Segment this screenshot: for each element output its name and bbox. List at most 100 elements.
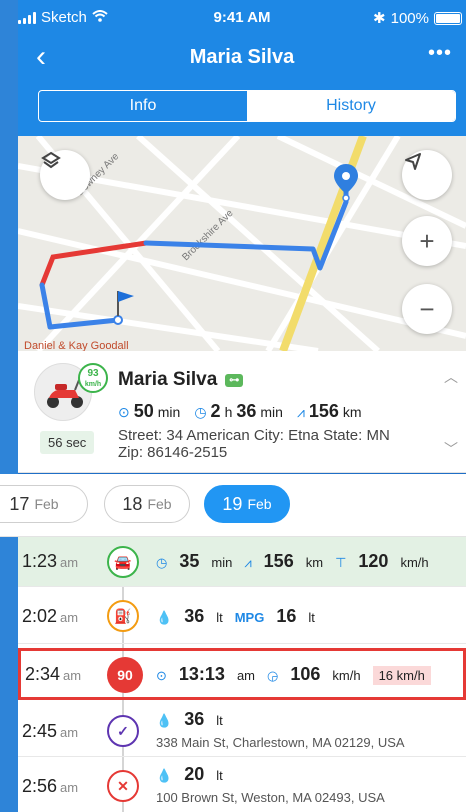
- alert-speed: 90: [117, 667, 133, 683]
- route-icon: ⩘: [296, 404, 305, 420]
- time-value: 2:45: [22, 721, 58, 741]
- time-hours-unit: h: [224, 404, 233, 420]
- time-value: 1:23: [22, 551, 58, 571]
- chevron-up-icon[interactable]: ︿: [444, 367, 458, 387]
- row-info: ⊙ 13:13 am ◶ 106 km/h 16 km/h: [156, 664, 431, 685]
- row-info: 💧 36 lt: [156, 709, 223, 730]
- page-title: Maria Silva: [189, 46, 295, 68]
- navigation-arrow-icon: [405, 153, 421, 170]
- play-circle-icon: ⊙: [118, 404, 130, 420]
- last-seen-chip: 56 sec: [40, 431, 95, 454]
- row-info: ◷ 35 min ⩘ 156 km ⊤ 120 km/h: [156, 551, 429, 572]
- clock-icon: ◷: [194, 404, 207, 420]
- distance-unit: km: [342, 404, 362, 420]
- top-speed-icon: ⊤: [335, 555, 347, 570]
- mpg-label: MPG: [234, 610, 265, 625]
- fuel-value: 36: [184, 709, 205, 729]
- status-bar: Sketch 9:41 AM ✱ 100%: [18, 0, 466, 36]
- driver-address: Street: 34 American City: Etna State: MN…: [118, 427, 438, 461]
- speed-unit: km/h: [84, 381, 102, 388]
- speed-value: 93: [87, 368, 99, 379]
- more-horizontal-icon[interactable]: •••: [428, 42, 452, 65]
- time-ampm: am: [60, 555, 79, 570]
- time-value: 2:56: [22, 776, 58, 796]
- row-time: 1:23 am: [22, 551, 78, 572]
- distance-unit: km: [305, 555, 324, 570]
- timeline-row[interactable]: 1:23 am 🚘 ◷ 35 min ⩘ 156 km ⊤ 120 km/h: [18, 537, 466, 587]
- time-value: 2:02: [22, 606, 58, 626]
- route-icon: ⩘: [244, 555, 252, 570]
- row-time: 2:02 am: [22, 606, 78, 627]
- route-map[interactable]: Downey Ave Brookshire Ave Daniel & Kay G…: [18, 136, 466, 351]
- fuel-can-x-icon: ✕: [107, 770, 139, 802]
- fuel-value: 20: [184, 764, 205, 784]
- driver-card[interactable]: 93 km/h 56 sec Maria Silva ⊶ ⊙ 50 min ◷ …: [18, 351, 466, 473]
- date-selector: 17 Feb 18 Feb 19 Feb: [0, 474, 466, 537]
- map-footer-text: Daniel & Kay Goodall: [24, 340, 129, 351]
- plus-icon: +: [419, 225, 435, 256]
- key-icon: ⊶: [225, 373, 244, 387]
- status-right: ✱ 100%: [373, 9, 462, 27]
- speed-alert-icon: 90: [107, 657, 143, 693]
- duration-value: 35: [179, 551, 200, 571]
- address-line: Street: 34 American City: Etna State: MN: [118, 427, 390, 444]
- date-pill[interactable]: 18 Feb: [104, 485, 190, 523]
- duration-unit: min: [157, 404, 181, 420]
- time-ampm: am: [63, 668, 82, 683]
- timeline-row[interactable]: 2:02 am ⛽ 💧 36 lt MPG 16 lt: [18, 588, 466, 644]
- row-time: 2:34 am: [25, 664, 81, 685]
- zoom-out-button[interactable]: −: [402, 284, 452, 334]
- play-circle-icon: ⊙: [156, 668, 167, 683]
- address-line: Zip: 86146-2515: [118, 444, 228, 461]
- nav-bar: ‹ Maria Silva •••: [18, 36, 466, 80]
- street-label: Brookshire Ave: [180, 208, 236, 264]
- timeline-row[interactable]: 2:45 am ✓ 💧 36 lt 338 Main St, Charlestown…: [18, 703, 466, 757]
- tab-history[interactable]: History: [247, 91, 455, 121]
- row-info: 💧 20 lt: [156, 764, 223, 785]
- chevron-down-icon[interactable]: ﹀: [444, 439, 458, 459]
- layers-button[interactable]: [40, 150, 90, 200]
- time-value: 2:34: [25, 664, 61, 684]
- date-day: 19: [222, 493, 243, 514]
- fuel-pump-icon: ⛽: [107, 600, 139, 632]
- fuel-unit: lt: [216, 768, 223, 783]
- overspeed-badge: 16 km/h: [372, 666, 431, 685]
- speed-value: 106: [290, 664, 321, 684]
- layers-icon: [41, 151, 61, 169]
- car-icon: 🚘: [107, 546, 139, 578]
- distance-stat: ⩘ 156 km: [297, 401, 362, 422]
- zoom-in-button[interactable]: +: [402, 216, 452, 266]
- battery-label: 100%: [390, 9, 429, 27]
- time-ampm: am: [60, 780, 79, 795]
- duration-unit: min: [211, 555, 233, 570]
- time-hours: 2: [210, 401, 221, 421]
- duration-stat: ⊙ 50 min: [118, 401, 180, 422]
- timeline-row[interactable]: 2:56 am ✕ 💧 20 lt 100 Brown St, Weston, MA…: [18, 758, 466, 812]
- tab-info[interactable]: Info: [39, 91, 247, 121]
- drop-icon: 💧: [156, 768, 173, 783]
- time-stat: ◷ 2 h 36 min: [194, 401, 283, 422]
- time-ampm: am: [60, 725, 79, 740]
- date-pill-active[interactable]: 19 Feb: [204, 485, 290, 523]
- date-pill[interactable]: 17 Feb: [0, 485, 88, 523]
- alert-time-ampm: am: [236, 668, 256, 683]
- row-info: 💧 36 lt MPG 16 lt: [156, 606, 315, 627]
- event-address: 100 Brown St, Weston, MA 02493, USA: [156, 790, 385, 805]
- mpg-unit: lt: [308, 610, 315, 625]
- date-month: Feb: [34, 496, 59, 512]
- fuel-can-check-icon: ✓: [107, 715, 139, 747]
- tab-segment: Info History: [38, 90, 456, 122]
- drop-icon: 💧: [156, 713, 173, 728]
- history-timeline: 1:23 am 🚘 ◷ 35 min ⩘ 156 km ⊤ 120 km/h 2:02 a…: [18, 537, 466, 812]
- minus-icon: −: [419, 293, 435, 324]
- speedometer-icon: ◶: [267, 668, 279, 683]
- timeline-row-alert[interactable]: 2:34 am 90 ⊙ 13:13 am ◶ 106 km/h 16 km/h: [18, 648, 466, 700]
- time-minutes-unit: min: [260, 404, 283, 420]
- locate-button[interactable]: [402, 150, 452, 200]
- fuel-unit: lt: [216, 610, 223, 625]
- duration-value: 50: [133, 401, 154, 421]
- date-month: Feb: [247, 496, 272, 512]
- drop-icon: 💧: [156, 610, 173, 625]
- bluetooth-icon: ✱: [373, 10, 386, 27]
- flag-icon: [118, 291, 134, 302]
